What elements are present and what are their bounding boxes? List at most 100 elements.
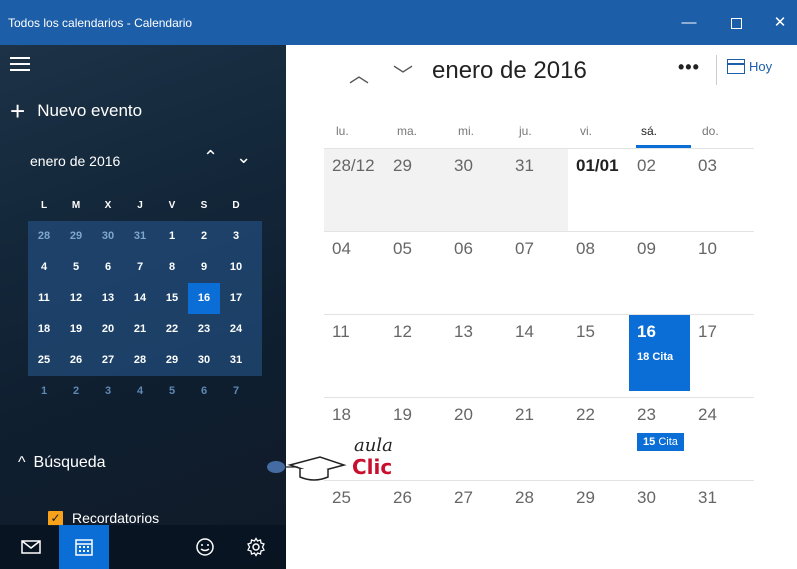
mini-day[interactable]: 12	[60, 283, 92, 314]
hamburger-menu-icon[interactable]	[10, 57, 30, 75]
minimize-button[interactable]: —	[669, 8, 709, 38]
mini-day[interactable]: 5	[156, 376, 188, 407]
day-cell[interactable]: 22	[568, 398, 629, 480]
mini-day[interactable]: 28	[28, 221, 60, 252]
today-button[interactable]: Hoy	[727, 59, 772, 74]
mini-day[interactable]: 1	[156, 221, 188, 252]
maximize-button[interactable]	[716, 8, 756, 38]
mini-day[interactable]: 15	[156, 283, 188, 314]
next-month-chevron-down-icon[interactable]: ﹀	[393, 59, 413, 88]
day-cell[interactable]: 15	[568, 315, 629, 397]
mini-day[interactable]: 19	[60, 314, 92, 345]
day-cell[interactable]: 10	[690, 232, 751, 314]
event-chip[interactable]: 15 Cita	[637, 433, 684, 451]
day-cell[interactable]: 20	[446, 398, 507, 480]
day-cell[interactable]: 08	[568, 232, 629, 314]
day-cell[interactable]: 28	[507, 481, 568, 563]
previous-month-chevron-up-icon[interactable]: ︿	[349, 59, 369, 88]
mini-day-today[interactable]: 16	[188, 283, 220, 314]
day-cell[interactable]: 04	[324, 232, 385, 314]
mini-day[interactable]: 25	[28, 345, 60, 376]
day-cell[interactable]: 31	[507, 149, 568, 231]
mini-day[interactable]: 31	[220, 345, 252, 376]
mini-day[interactable]: 1	[28, 376, 60, 407]
mini-day[interactable]: 3	[92, 376, 124, 407]
mini-day[interactable]: 27	[92, 345, 124, 376]
mini-day[interactable]: 6	[92, 252, 124, 283]
day-cell[interactable]: 23 15 Cita	[629, 398, 690, 480]
mini-day[interactable]: 3	[220, 221, 252, 252]
mini-day[interactable]: 22	[156, 314, 188, 345]
calendar-button[interactable]	[59, 525, 109, 569]
mini-day[interactable]: 26	[60, 345, 92, 376]
day-cell[interactable]: 30	[629, 481, 690, 563]
mini-day[interactable]: 4	[28, 252, 60, 283]
mini-day[interactable]: 20	[92, 314, 124, 345]
month-title[interactable]: enero de 2016	[432, 57, 587, 85]
day-cell[interactable]: 29	[385, 149, 446, 231]
maximize-icon	[730, 17, 742, 29]
mini-day[interactable]: 5	[60, 252, 92, 283]
day-cell[interactable]: 01/01	[568, 149, 629, 231]
mini-day[interactable]: 28	[124, 345, 156, 376]
mini-day[interactable]: 11	[28, 283, 60, 314]
mini-day[interactable]: 8	[156, 252, 188, 283]
reminders-checkbox[interactable]: ✓ Recordatorios	[48, 510, 159, 526]
day-cell[interactable]: 17	[690, 315, 751, 397]
mini-day[interactable]: 7	[220, 376, 252, 407]
mini-day[interactable]: 24	[220, 314, 252, 345]
chevron-up-icon: ^	[18, 454, 26, 471]
mini-day[interactable]: 9	[188, 252, 220, 283]
toolbar-divider	[716, 55, 717, 85]
window-title: Todos los calendarios - Calendario	[8, 16, 193, 30]
mini-day[interactable]: 17	[220, 283, 252, 314]
day-cell[interactable]: 11	[324, 315, 385, 397]
weekday-label: vi.	[580, 124, 592, 138]
day-cell[interactable]: 27	[446, 481, 507, 563]
day-cell[interactable]: 02	[629, 149, 690, 231]
settings-button[interactable]	[238, 531, 274, 563]
watermark-line1: aula	[354, 435, 393, 456]
mini-day[interactable]: 30	[188, 345, 220, 376]
mini-day[interactable]: 7	[124, 252, 156, 283]
day-cell[interactable]: 09	[629, 232, 690, 314]
day-cell[interactable]: 13	[446, 315, 507, 397]
day-cell[interactable]: 12	[385, 315, 446, 397]
chevron-down-icon[interactable]: ⌄	[236, 147, 251, 168]
day-cell-today[interactable]: 16 18 Cita	[629, 315, 690, 391]
mini-day[interactable]: 31	[124, 221, 156, 252]
mini-day[interactable]: 18	[28, 314, 60, 345]
mini-day[interactable]: 14	[124, 283, 156, 314]
mini-day[interactable]: 2	[188, 221, 220, 252]
mini-day[interactable]: 10	[220, 252, 252, 283]
day-cell[interactable]: 06	[446, 232, 507, 314]
day-cell[interactable]: 21	[507, 398, 568, 480]
gear-icon	[247, 537, 265, 557]
day-cell[interactable]: 05	[385, 232, 446, 314]
mini-day[interactable]: 29	[60, 221, 92, 252]
mini-day[interactable]: 21	[124, 314, 156, 345]
mini-day[interactable]: 30	[92, 221, 124, 252]
day-cell[interactable]: 31	[690, 481, 751, 563]
feedback-button[interactable]	[187, 531, 223, 563]
day-cell[interactable]: 07	[507, 232, 568, 314]
new-event-button[interactable]: + Nuevo evento	[10, 98, 142, 124]
day-cell[interactable]: 30	[446, 149, 507, 231]
search-toggle[interactable]: ^ Búsqueda	[18, 454, 106, 472]
chevron-up-icon[interactable]: ⌃	[203, 147, 218, 168]
day-cell[interactable]: 24	[690, 398, 751, 480]
more-options-button[interactable]: •••	[678, 57, 700, 78]
day-cell[interactable]: 29	[568, 481, 629, 563]
event-chip[interactable]: 18 Cita	[637, 348, 674, 366]
mini-day[interactable]: 23	[188, 314, 220, 345]
day-cell[interactable]: 14	[507, 315, 568, 397]
mini-day[interactable]: 6	[188, 376, 220, 407]
close-button[interactable]: ✕	[760, 8, 797, 38]
mail-button[interactable]	[13, 531, 49, 563]
mini-day[interactable]: 13	[92, 283, 124, 314]
mini-day[interactable]: 2	[60, 376, 92, 407]
day-cell[interactable]: 03	[690, 149, 751, 231]
day-cell[interactable]: 28/12	[324, 149, 385, 231]
mini-day[interactable]: 4	[124, 376, 156, 407]
mini-day[interactable]: 29	[156, 345, 188, 376]
